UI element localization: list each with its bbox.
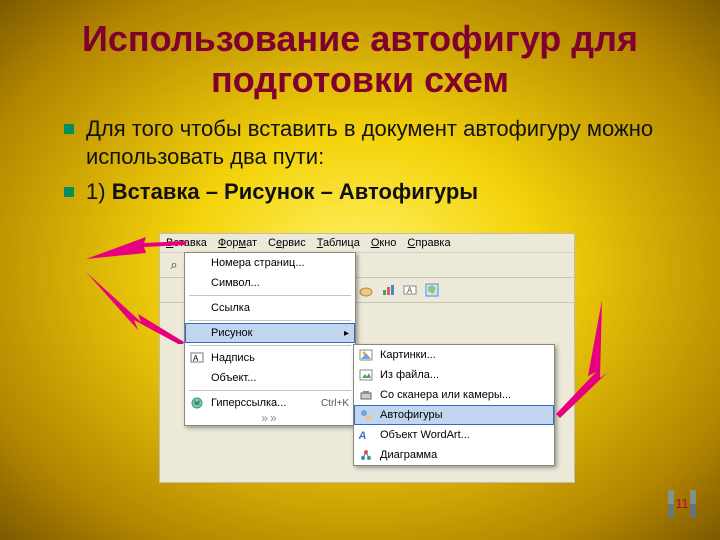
bullet-1: Для того чтобы вставить в документ автоф… — [60, 115, 660, 172]
tb-zoom-icon[interactable]: ⌕ — [164, 255, 184, 275]
menu-window[interactable]: Окно — [371, 237, 397, 249]
dd-expand[interactable]: »» — [185, 413, 355, 425]
menu-table[interactable]: Таблица — [317, 237, 360, 249]
body-text: Для того чтобы вставить в документ автоф… — [0, 101, 720, 207]
menu-format[interactable]: Формат — [218, 237, 257, 249]
sm-autoshapes[interactable]: Автофигуры — [354, 405, 554, 425]
svg-text:A: A — [193, 354, 199, 363]
slide-title: Использование автофигур для подготовки с… — [0, 0, 720, 101]
sm-scanner[interactable]: Со сканера или камеры... — [354, 385, 554, 405]
divider — [189, 320, 351, 321]
tb-chart-icon[interactable] — [378, 280, 398, 300]
menubar: Вставка Формат Сервис Таблица Окно Справ… — [160, 234, 574, 253]
autoshapes-icon — [358, 407, 374, 423]
insert-dropdown: Номера страниц... Символ... Ссылка Рисун… — [184, 252, 356, 426]
picture-icon — [189, 325, 205, 341]
sm-fromfile[interactable]: Из файла... — [354, 365, 554, 385]
svg-text:A: A — [407, 286, 413, 295]
divider — [189, 295, 351, 296]
object-icon — [189, 370, 205, 386]
clipart-icon — [358, 347, 374, 363]
page-icon — [189, 255, 205, 271]
image-icon — [358, 367, 374, 383]
dd-item-pagenumbers[interactable]: Номера страниц... — [185, 253, 355, 273]
picture-submenu: Картинки... Из файла... Со сканера или к… — [353, 344, 555, 466]
dd-item-symbol[interactable]: Символ... — [185, 273, 355, 293]
word-screenshot: Вставка Формат Сервис Таблица Окно Справ… — [160, 234, 574, 482]
menu-tools[interactable]: Сервис — [268, 237, 306, 249]
symbol-icon — [189, 275, 205, 291]
divider — [189, 390, 351, 391]
tb-textbox-icon[interactable]: A — [400, 280, 420, 300]
wordart-icon: A — [358, 427, 374, 443]
diagram-icon — [358, 447, 374, 463]
dd-item-link[interactable]: Ссылка — [185, 298, 355, 318]
dd-item-object[interactable]: Объект... — [185, 368, 355, 388]
slide: Использование автофигур для подготовки с… — [0, 0, 720, 540]
menu-help[interactable]: Справка — [407, 237, 450, 249]
sm-wordart[interactable]: A Объект WordArt... — [354, 425, 554, 445]
dd-item-textbox[interactable]: A Надпись — [185, 348, 355, 368]
svg-text:A: A — [359, 430, 368, 442]
menu-insert[interactable]: Вставка — [166, 237, 207, 249]
dd-item-hyperlink[interactable]: Гиперссылка... Ctrl+K — [185, 393, 355, 413]
tb-drawing-icon[interactable] — [356, 280, 376, 300]
scanner-icon — [358, 387, 374, 403]
dd-item-picture[interactable]: Рисунок ▸ — [185, 323, 355, 343]
bullet-2: 1) Вставка – Рисунок – Автофигуры — [60, 178, 660, 207]
link-icon — [189, 300, 205, 316]
globe-icon — [189, 395, 205, 411]
sm-diagram[interactable]: Диаграмма — [354, 445, 554, 465]
tb-map-icon[interactable] — [422, 280, 442, 300]
page-number-badge: 11 — [664, 486, 700, 522]
sm-clipart[interactable]: Картинки... — [354, 345, 554, 365]
submenu-arrow-icon: ▸ — [344, 328, 349, 339]
textbox-icon: A — [189, 350, 205, 366]
divider — [189, 345, 351, 346]
